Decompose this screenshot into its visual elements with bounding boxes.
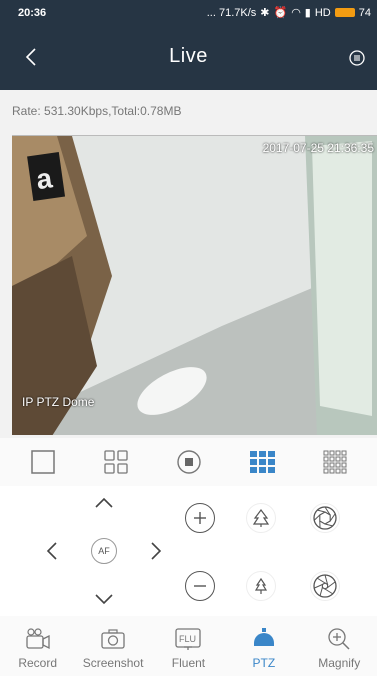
nine-view-button[interactable]: [247, 447, 277, 477]
wifi-icon: ◠: [291, 7, 301, 19]
nav-record[interactable]: Record: [2, 626, 74, 676]
nav-label: Record: [18, 656, 58, 670]
focus-near-button[interactable]: [246, 571, 276, 601]
aperture-open-icon: [313, 506, 337, 530]
nav-label: Magnify: [318, 656, 361, 670]
tree-icon: [254, 577, 268, 594]
chevron-up-icon: [95, 497, 113, 508]
single-view-button[interactable]: [28, 447, 58, 477]
status-indicators: ... 71.7K/s ✱ ⏰ ◠ ▮ HD 74: [206, 6, 371, 20]
status-time: 20:36: [18, 6, 47, 19]
bitrate-info: Rate: 531.30Kbps,Total:0.78MB: [12, 104, 182, 118]
fluent-icon: FLU: [175, 628, 202, 650]
zoom-in-button[interactable]: [185, 503, 215, 533]
iris-open-button[interactable]: [310, 503, 340, 533]
live-video[interactable]: a 2017-07-25 21:36:35 IP PTZ Dome: [12, 135, 377, 435]
nav-label: Fluent: [171, 656, 206, 670]
record-icon: [26, 628, 50, 650]
status-bar: 20:36 ... 71.7K/s ✱ ⏰ ◠ ▮ HD 74: [0, 0, 377, 25]
nav-ptz[interactable]: PTZ: [228, 626, 300, 676]
page-title: Live: [169, 45, 208, 67]
stop-button[interactable]: [174, 447, 204, 477]
bottom-nav: Record Screenshot FLU Fluent PTZ Magnify: [0, 616, 377, 676]
pan-left-button[interactable]: [38, 537, 66, 565]
nine-view-icon: [249, 451, 275, 473]
magnify-icon: [328, 628, 350, 650]
chevron-down-icon: [95, 594, 113, 605]
nav-label: Screenshot: [82, 656, 144, 670]
camera-feed: a: [12, 136, 377, 435]
focus-far-button[interactable]: [246, 503, 276, 533]
sixteen-view-icon: [323, 450, 346, 474]
network-speed: ... 71.7K/s: [206, 6, 257, 19]
camera-name: IP PTZ Dome: [22, 395, 95, 409]
trees-icon: [252, 509, 270, 527]
fluent-badge: FLU: [179, 634, 196, 644]
nav-label: PTZ: [252, 656, 276, 670]
four-view-icon: [103, 450, 128, 474]
ptz-panel: AF: [0, 486, 377, 616]
bluetooth-icon: ✱: [260, 7, 270, 19]
battery-level: 74: [358, 6, 371, 19]
ptz-dome-icon: [253, 628, 274, 646]
layout-toolbar: [0, 438, 377, 486]
menu-circle-icon: [349, 50, 365, 66]
network-type: HD: [314, 6, 331, 19]
nav-magnify[interactable]: Magnify: [303, 626, 375, 676]
autofocus-button[interactable]: AF: [91, 538, 117, 564]
plus-icon: [194, 512, 206, 524]
aperture-close-icon: [313, 574, 337, 598]
pan-right-button[interactable]: [142, 537, 170, 565]
four-view-button[interactable]: [101, 447, 131, 477]
chevron-left-icon: [46, 542, 57, 560]
iris-close-button[interactable]: [310, 571, 340, 601]
signal-icon: ▮: [304, 7, 311, 19]
zoom-out-button[interactable]: [185, 571, 215, 601]
nav-fluent[interactable]: FLU Fluent: [152, 626, 224, 676]
menu-button[interactable]: [349, 50, 365, 66]
alarm-icon: ⏰: [273, 7, 288, 19]
battery-icon: [334, 8, 355, 17]
camera-icon: [101, 629, 125, 649]
stop-icon: [176, 450, 201, 474]
sixteen-view-button[interactable]: [320, 447, 350, 477]
pan-down-button[interactable]: [90, 586, 118, 614]
pan-up-button[interactable]: [90, 488, 118, 516]
minus-icon: [194, 585, 206, 587]
app-header: Live: [0, 25, 377, 90]
video-timestamp: 2017-07-25 21:36:35: [262, 141, 374, 155]
chevron-right-icon: [151, 542, 162, 560]
single-view-icon: [30, 450, 55, 474]
nav-screenshot[interactable]: Screenshot: [77, 626, 149, 676]
